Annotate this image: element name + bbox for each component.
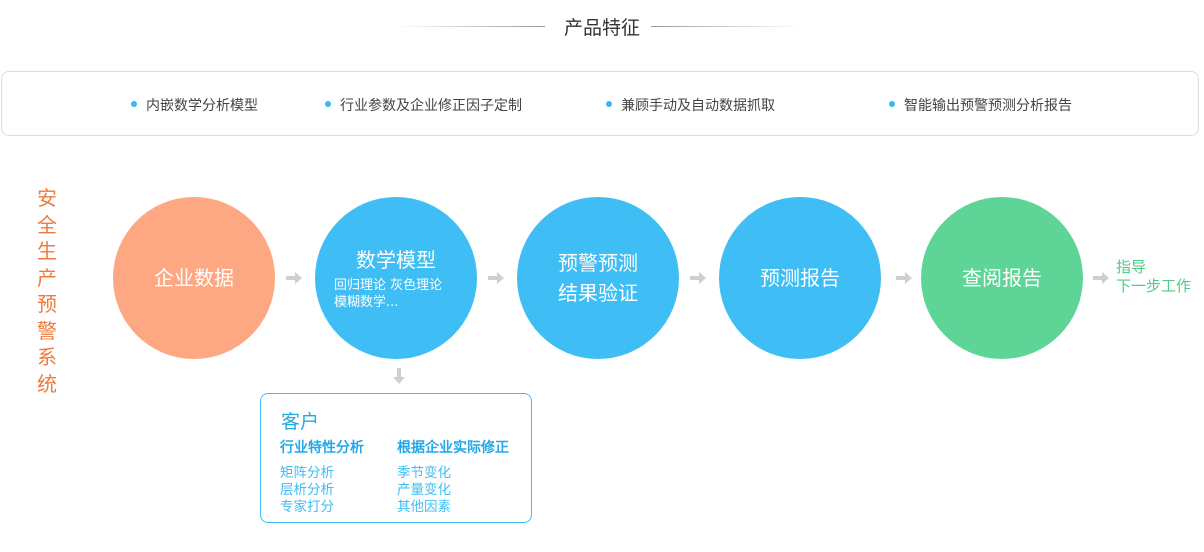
bullet-dot-icon [131,101,137,107]
list-item: 产量变化 [397,482,451,498]
list-item: 专家打分 [280,499,334,515]
column-heading: 行业特性分析 [280,440,364,456]
system-name-label: 安全生产预警系统 [37,186,57,396]
customer-column-enterprise: 根据企业实际修正 季节变化 产量变化 其他因素 [397,437,509,516]
list-item: 季节变化 [397,465,451,481]
step-label: 查阅报告 [962,266,1042,290]
bullet-dot-icon [606,101,612,107]
feature-item: 智能输出预警预测分析报告 [889,95,1072,115]
feature-label: 行业参数及企业修正因子定制 [340,98,522,114]
arrow-down-icon [393,368,405,384]
features-bar: 内嵌数学分析模型 行业参数及企业修正因子定制 兼顾手动及自动数据抓取 智能输出预… [1,71,1199,136]
step-forecast-report: 预测报告 [719,197,881,359]
arrow-right-icon [896,272,912,284]
column-heading: 根据企业实际修正 [397,440,509,456]
arrow-right-icon [690,272,706,284]
step-enterprise-data: 企业数据 [113,197,275,359]
customer-column-industry: 行业特性分析 矩阵分析 层析分析 专家打分 [280,437,364,516]
bullet-dot-icon [889,101,895,107]
customer-panel: 客户 行业特性分析 矩阵分析 层析分析 专家打分 根据企业实际修正 季节变化 产… [260,393,532,523]
feature-item: 行业参数及企业修正因子定制 [325,95,522,115]
step-label: 数学模型 [356,248,436,272]
section-header: 产品特征 [0,10,1204,42]
step-detail: 回归理论 灰色理论 [334,278,443,293]
next-step-line1: 指导 [1116,258,1147,276]
section-title: 产品特征 [563,17,640,39]
step-review-report: 查阅报告 [921,197,1083,359]
arrow-right-icon [488,272,504,284]
step-result-verification: 预警预测 结果验证 [517,197,679,359]
next-step-label: 指导 下一步工作 [1116,258,1191,296]
list-item: 层析分析 [280,482,334,498]
feature-item: 内嵌数学分析模型 [131,95,258,115]
title-divider-right [651,26,801,27]
feature-item: 兼顾手动及自动数据抓取 [606,95,775,115]
feature-label: 兼顾手动及自动数据抓取 [621,98,775,114]
step-math-model: 数学模型 回归理论 灰色理论 模糊数学... [315,197,477,359]
feature-label: 智能输出预警预测分析报告 [904,98,1072,114]
step-detail: 模糊数学... [334,295,399,310]
bullet-dot-icon [325,101,331,107]
feature-label: 内嵌数学分析模型 [146,98,258,114]
list-item: 其他因素 [397,499,451,515]
list-item: 矩阵分析 [280,465,334,481]
customer-title: 客户 [281,411,320,433]
step-label-line1: 预警预测 [558,251,638,275]
title-divider-left [395,26,545,27]
next-step-line2: 下一步工作 [1116,277,1192,295]
arrow-right-icon [286,272,302,284]
arrow-right-icon [1093,272,1109,284]
step-label: 企业数据 [154,266,234,290]
step-label: 预测报告 [760,266,840,290]
step-label-line2: 结果验证 [558,281,638,305]
